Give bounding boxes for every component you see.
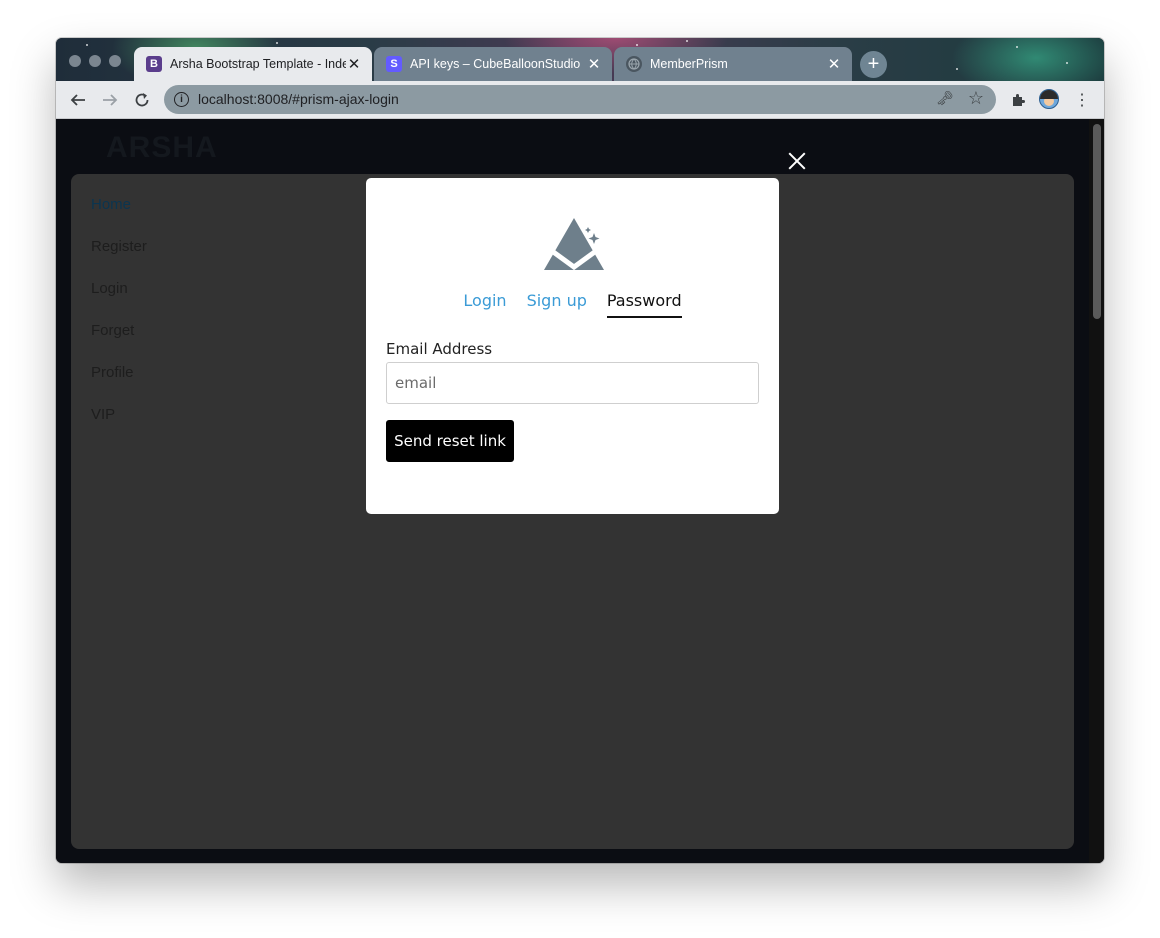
modal-close-icon[interactable] (786, 150, 808, 172)
nav-item-home[interactable]: Home (91, 196, 131, 213)
url-text[interactable]: localhost:8008/#prism-ajax-login (198, 91, 399, 107)
globe-icon (626, 56, 642, 72)
key-icon[interactable]: 🗝︎ (936, 90, 954, 107)
memberprism-logo-icon (544, 218, 604, 271)
browser-toolbar: i localhost:8008/#prism-ajax-login 🗝︎ ☆ … (56, 81, 1104, 119)
tab-title: MemberPrism (650, 57, 728, 71)
page-scrollbar[interactable] (1089, 119, 1104, 863)
window-zoom-button[interactable] (109, 55, 121, 67)
tab-login[interactable]: Login (463, 291, 506, 318)
browser-window: B Arsha Bootstrap Template - Index ✕ S A… (56, 38, 1104, 863)
bootstrap-favicon-icon: B (146, 56, 162, 72)
tab-close-icon[interactable]: ✕ (586, 55, 602, 73)
nav-item-register[interactable]: Register (91, 238, 147, 255)
stripe-favicon-icon: S (386, 56, 402, 72)
new-tab-button[interactable]: + (860, 51, 887, 78)
forward-arrow-icon[interactable] (98, 81, 122, 118)
address-bar[interactable]: i localhost:8008/#prism-ajax-login 🗝︎ ☆ (164, 85, 996, 114)
email-field[interactable] (386, 362, 759, 404)
scrollbar-thumb[interactable] (1093, 124, 1101, 319)
page-viewport: ARSHA Home Register Login Forget Profile… (56, 119, 1104, 863)
tab-password[interactable]: Password (606, 291, 682, 318)
password-reset-modal: Login Sign up Password Email Address Sen… (366, 178, 779, 514)
back-arrow-icon[interactable] (66, 81, 90, 118)
send-reset-link-button[interactable]: Send reset link (386, 420, 514, 462)
nav-item-forget[interactable]: Forget (91, 322, 134, 339)
reload-icon[interactable] (130, 81, 154, 118)
menu-kebab-icon[interactable]: ⋮ (1072, 81, 1092, 118)
auth-tabs: Login Sign up Password (366, 291, 779, 318)
tab-close-icon[interactable]: ✕ (346, 55, 362, 73)
site-logo[interactable]: ARSHA (106, 131, 218, 165)
tab-arsha[interactable]: B Arsha Bootstrap Template - Index ✕ (134, 47, 372, 81)
tab-memberprism[interactable]: MemberPrism ✕ (614, 47, 852, 81)
site-info-icon[interactable]: i (174, 92, 189, 107)
nav-item-vip[interactable]: VIP (91, 406, 115, 423)
tab-title: Arsha Bootstrap Template - Index (170, 57, 346, 71)
nav-item-profile[interactable]: Profile (91, 364, 134, 381)
tab-sign-up[interactable]: Sign up (527, 291, 587, 318)
window-close-button[interactable] (69, 55, 81, 67)
extensions-puzzle-icon[interactable] (1008, 81, 1028, 118)
tab-api-keys[interactable]: S API keys – CubeBalloonStudio ✕ (374, 47, 612, 81)
bookmark-star-icon[interactable]: ☆ (968, 88, 984, 109)
email-label: Email Address (386, 340, 493, 358)
tab-strip: B Arsha Bootstrap Template - Index ✕ S A… (56, 38, 1104, 81)
tab-title: API keys – CubeBalloonStudio (410, 57, 581, 71)
nav-item-login[interactable]: Login (91, 280, 128, 297)
profile-avatar[interactable] (1039, 89, 1059, 109)
tab-close-icon[interactable]: ✕ (826, 55, 842, 73)
window-minimize-button[interactable] (89, 55, 101, 67)
